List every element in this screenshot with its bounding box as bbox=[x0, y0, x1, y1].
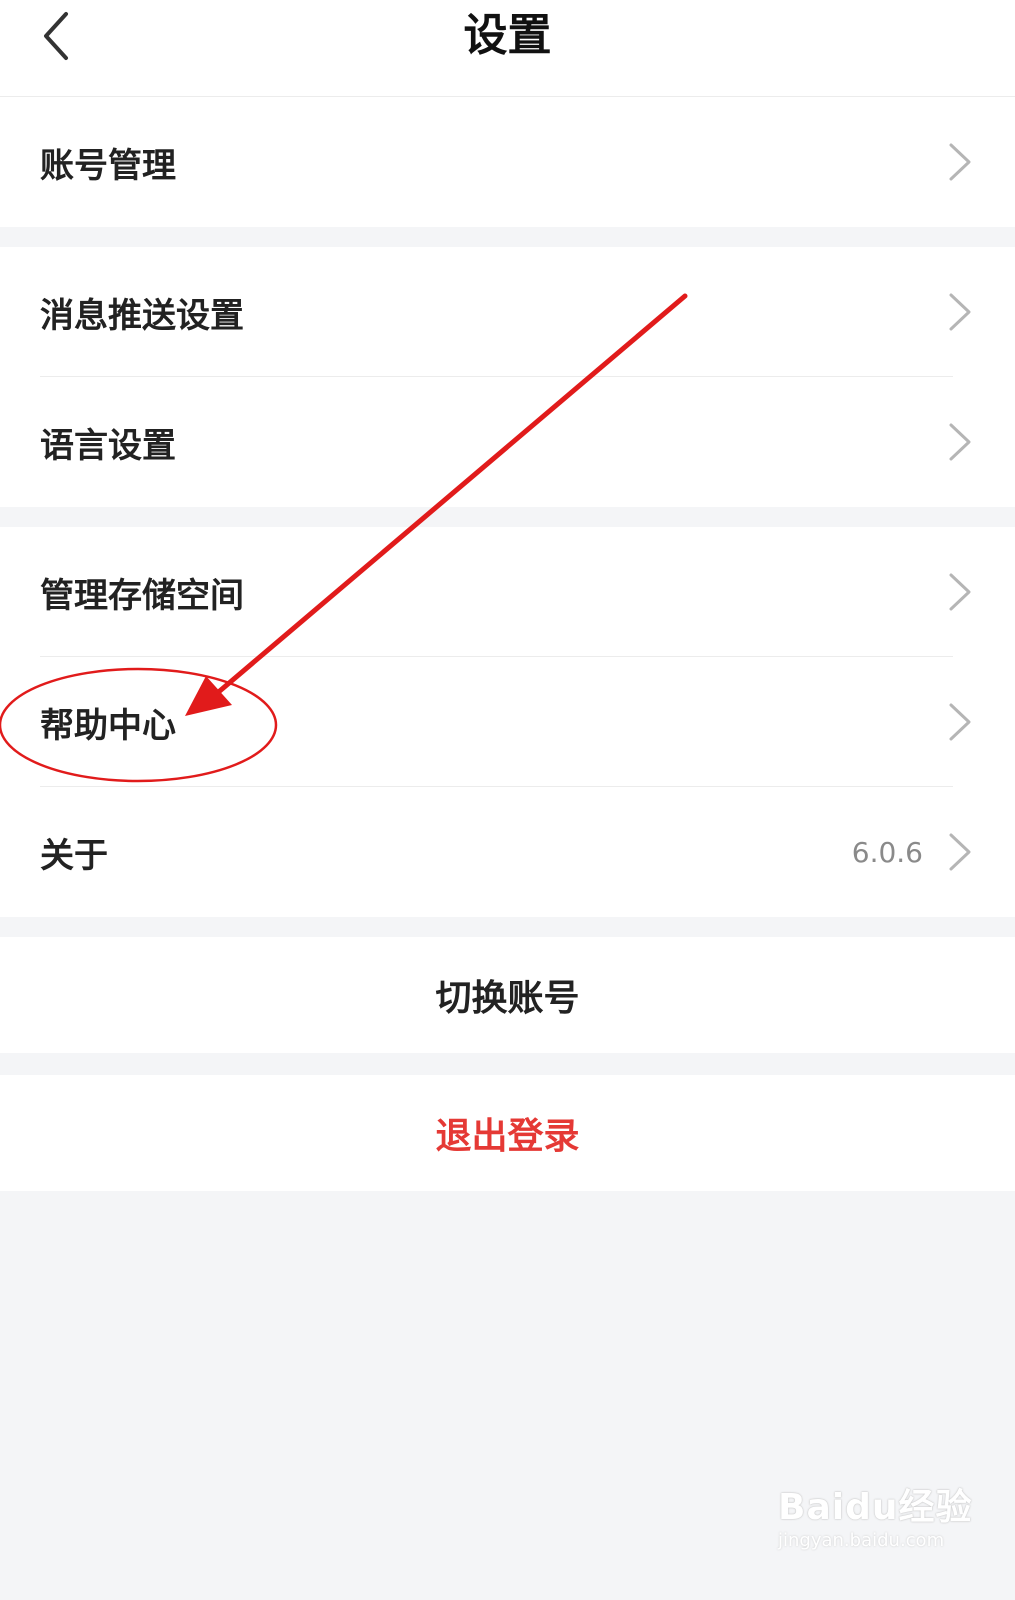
watermark-url: jingyan.baidu.com bbox=[778, 1530, 945, 1551]
settings-item-label: 消息推送设置 bbox=[40, 295, 244, 336]
settings-group-general: 管理存储空间 帮助中心 关于 6.0.6 bbox=[0, 527, 1015, 917]
chevron-right-icon bbox=[949, 573, 971, 611]
logout-button[interactable]: 退出登录 bbox=[0, 1075, 1015, 1191]
settings-item-help-center[interactable]: 帮助中心 bbox=[0, 657, 1015, 787]
watermark-brand: Baidu经验 bbox=[778, 1487, 973, 1528]
settings-group-account: 账号管理 bbox=[0, 97, 1015, 227]
settings-item-label: 账号管理 bbox=[40, 145, 176, 186]
settings-item-label: 关于 bbox=[40, 835, 108, 876]
settings-item-storage[interactable]: 管理存储空间 bbox=[0, 527, 1015, 657]
chevron-right-icon bbox=[949, 833, 971, 871]
settings-item-language[interactable]: 语言设置 bbox=[0, 377, 1015, 507]
chevron-right-icon bbox=[949, 143, 971, 181]
settings-group-preferences: 消息推送设置 语言设置 bbox=[0, 247, 1015, 507]
switch-account-button[interactable]: 切换账号 bbox=[0, 937, 1015, 1053]
settings-item-label: 语言设置 bbox=[40, 425, 176, 466]
page-title: 设置 bbox=[463, 10, 552, 61]
settings-item-about[interactable]: 关于 6.0.6 bbox=[0, 787, 1015, 917]
settings-item-label: 管理存储空间 bbox=[40, 575, 244, 616]
settings-item-push-notifications[interactable]: 消息推送设置 bbox=[0, 247, 1015, 377]
baidu-watermark: Baidu经验 jingyan.baidu.com bbox=[778, 1478, 988, 1578]
settings-item-account-management[interactable]: 账号管理 bbox=[0, 97, 1015, 227]
top-bar: 设置 bbox=[0, 0, 1015, 97]
settings-item-label: 帮助中心 bbox=[40, 705, 176, 746]
chevron-right-icon bbox=[949, 293, 971, 331]
chevron-right-icon bbox=[949, 423, 971, 461]
app-version: 6.0.6 bbox=[851, 835, 923, 869]
chevron-right-icon bbox=[949, 703, 971, 741]
